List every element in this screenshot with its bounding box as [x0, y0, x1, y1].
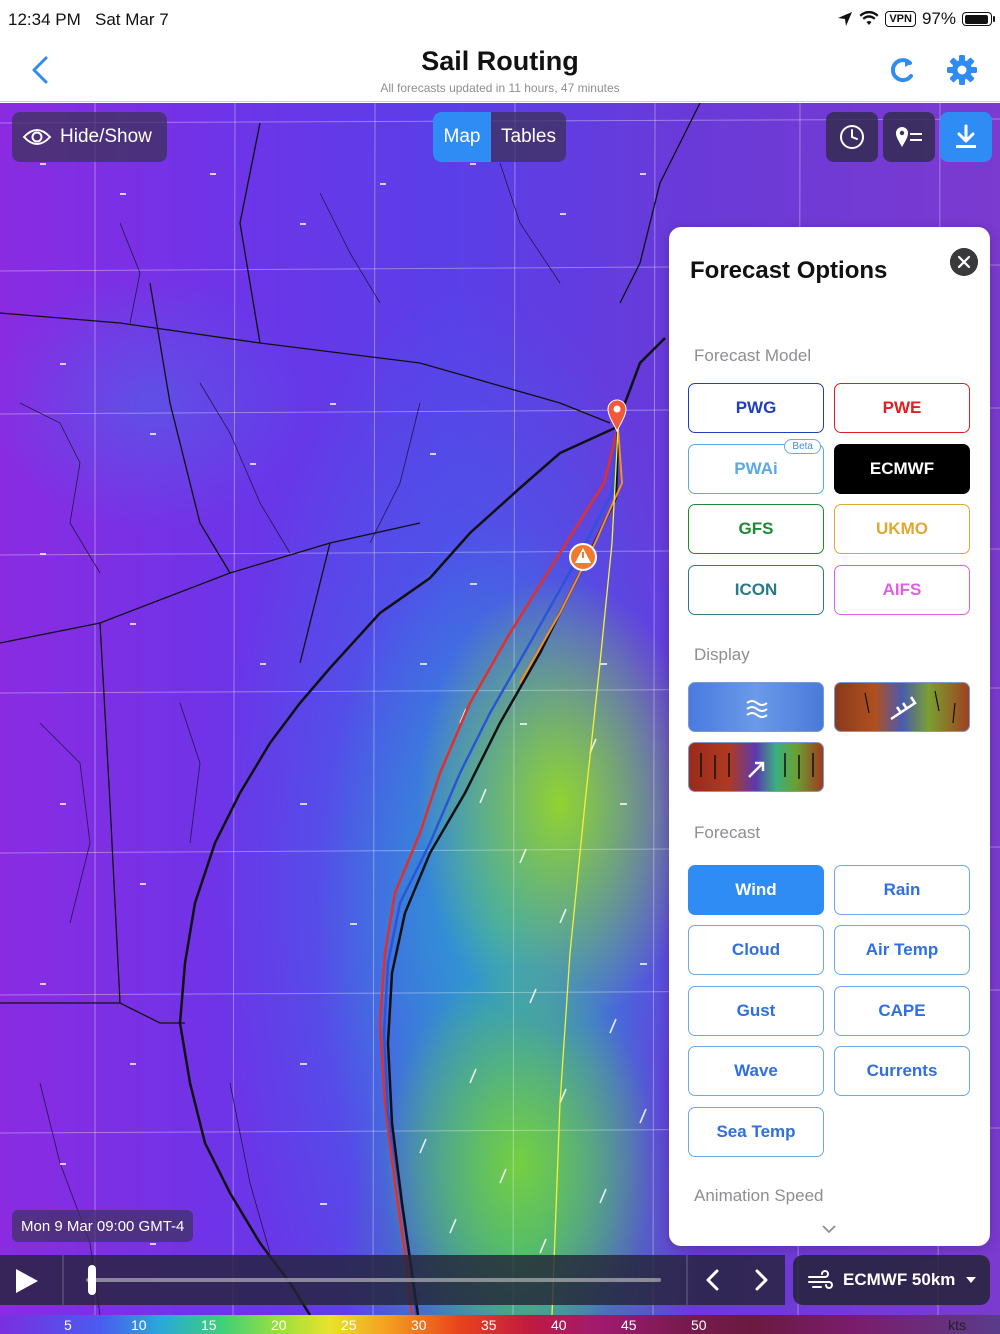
beta-badge: Beta [784, 439, 821, 454]
forecast-label: Forecast [694, 823, 761, 842]
download-button[interactable] [940, 112, 992, 162]
playback-bar [0, 1255, 785, 1305]
forecast-wave-button[interactable]: Wave [688, 1046, 824, 1096]
destination-pin-icon[interactable] [607, 399, 627, 433]
refresh-icon[interactable] [886, 54, 918, 86]
battery-percent: 97% [921, 9, 956, 28]
legend-tick: 20 [271, 1317, 287, 1333]
page-title: Sail Routing [421, 46, 579, 76]
tab-map[interactable]: Map [433, 112, 491, 162]
model-ecmwf-button[interactable]: ECMWF [834, 444, 970, 494]
legend-tick: 25 [341, 1317, 357, 1333]
chevron-down-icon[interactable] [819, 1223, 839, 1235]
download-icon [956, 124, 976, 148]
hide-show-button[interactable]: Hide/Show [12, 112, 167, 162]
legend-tick: 10 [131, 1317, 147, 1333]
forecast-sea-temp-button[interactable]: Sea Temp [688, 1107, 824, 1157]
waypoints-list-icon [896, 127, 922, 147]
wind-arrows-icon [700, 753, 814, 779]
legend-tick: 45 [621, 1317, 637, 1333]
forecast-update-subtitle: All forecasts updated in 11 hours, 47 mi… [380, 81, 620, 95]
animation-speed-label: Animation Speed [694, 1186, 824, 1205]
timeline-track[interactable] [86, 1278, 661, 1282]
legend-tick: 15 [201, 1317, 217, 1333]
navigation-bar: Sail Routing All forecasts updated in 11… [0, 40, 1000, 102]
caret-down-icon [966, 1277, 977, 1283]
history-clock-icon [840, 125, 864, 149]
status-time: 12:34 PM [8, 10, 81, 29]
legend-unit: kts [948, 1317, 966, 1333]
eye-icon [22, 129, 52, 145]
map-tables-toggle: Map Tables [433, 112, 566, 162]
model-pwe-button[interactable]: PWE [834, 383, 970, 433]
status-bar: 12:34 PM Sat Mar 7 VPN 97% [0, 0, 1000, 40]
model-pwg-button[interactable]: PWG [688, 383, 824, 433]
model-pwai-label: PWAi [734, 459, 778, 478]
model-icon-button[interactable]: ICON [688, 565, 824, 615]
display-arrows-option[interactable] [688, 742, 824, 792]
status-date: Sat Mar 7 [95, 10, 169, 29]
display-barbs-option[interactable] [834, 682, 970, 732]
divider [686, 1255, 688, 1305]
forecast-gust-button[interactable]: Gust [688, 986, 824, 1036]
forecast-air-temp-button[interactable]: Air Temp [834, 925, 970, 975]
vpn-badge: VPN [885, 11, 916, 27]
gear-icon[interactable] [944, 52, 980, 88]
wifi-icon [859, 11, 879, 25]
status-icons: VPN 97% [837, 9, 995, 29]
forecast-rain-button[interactable]: Rain [834, 865, 970, 915]
legend-tick: 35 [481, 1317, 497, 1333]
legend-tick: 30 [411, 1317, 427, 1333]
chevron-right-icon[interactable] [748, 1267, 774, 1293]
battery-icon [962, 12, 995, 26]
model-resolution-label: ECMWF 50km [843, 1270, 956, 1289]
model-gfs-button[interactable]: GFS [688, 504, 824, 554]
forecast-options-panel: Forecast Options Forecast Model PWG PWE … [669, 227, 990, 1246]
forecast-cloud-button[interactable]: Cloud [688, 925, 824, 975]
forecast-currents-button[interactable]: Currents [834, 1046, 970, 1096]
forecast-model-label: Forecast Model [694, 346, 812, 365]
forecast-wind-button[interactable]: Wind [688, 865, 824, 915]
wind-speed-legend: 5 10 15 20 25 30 35 40 45 50 kts [0, 1315, 1000, 1334]
model-aifs-button[interactable]: AIFS [834, 565, 970, 615]
legend-tick: 40 [551, 1317, 567, 1333]
forecast-timestamp: Mon 9 Mar 09:00 GMT-4 [12, 1210, 194, 1242]
tab-tables[interactable]: Tables [491, 112, 566, 162]
warning-marker-icon[interactable] [569, 543, 597, 571]
location-arrow-icon [838, 12, 853, 26]
display-label: Display [694, 645, 750, 664]
wind-particles-icon [746, 700, 768, 718]
waypoints-button[interactable] [883, 112, 935, 162]
display-particles-option[interactable] [688, 682, 824, 732]
chevron-left-icon[interactable] [700, 1267, 726, 1293]
model-pwai-button[interactable]: PWAi Beta [688, 439, 824, 494]
wind-barbs-icon [864, 690, 956, 724]
timeline-knob[interactable] [87, 1265, 96, 1295]
wind-icon [808, 1270, 833, 1289]
divider [62, 1255, 64, 1305]
legend-tick: 5 [64, 1317, 72, 1333]
hide-show-label: Hide/Show [60, 126, 152, 147]
panel-title: Forecast Options [690, 257, 888, 284]
model-resolution-dropdown[interactable]: ECMWF 50km [793, 1255, 990, 1305]
model-ukmo-button[interactable]: UKMO [834, 504, 970, 554]
forecast-cape-button[interactable]: CAPE [834, 986, 970, 1036]
play-icon[interactable] [12, 1267, 40, 1295]
legend-tick: 50 [691, 1317, 707, 1333]
history-button[interactable] [826, 112, 878, 162]
close-icon[interactable] [950, 248, 978, 276]
